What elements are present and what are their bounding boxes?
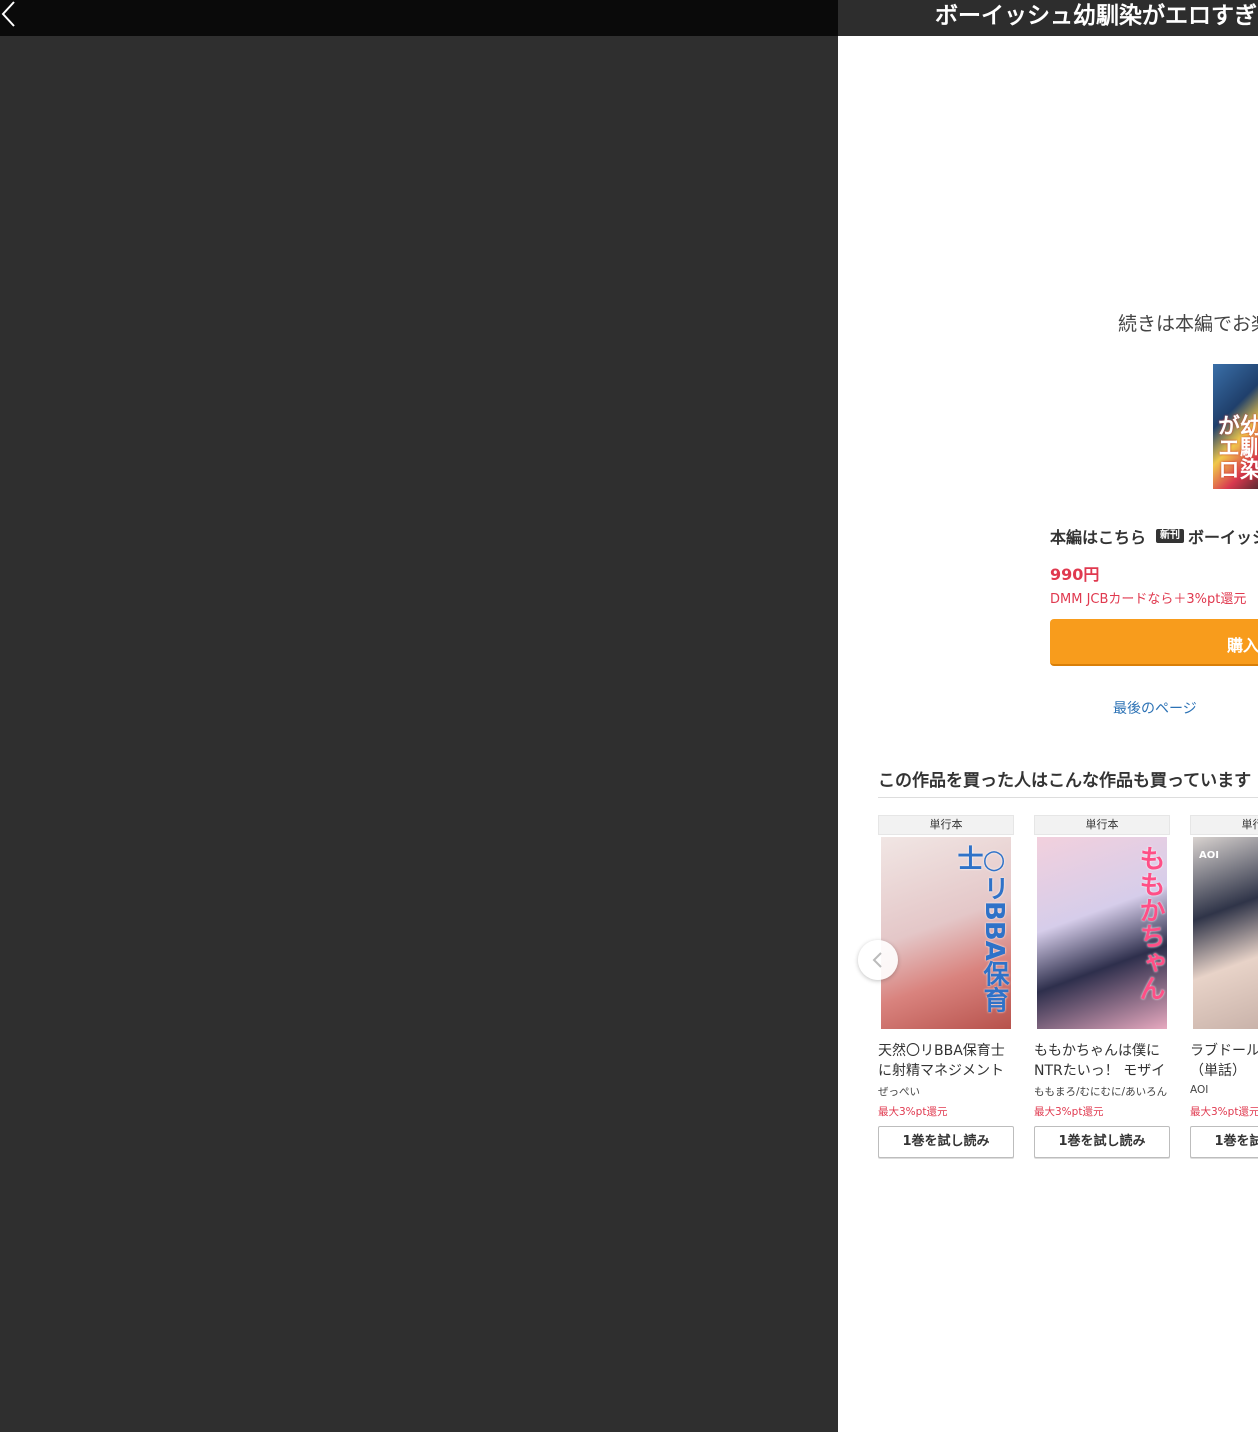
book-title[interactable]: 天然〇リBBA保育士に射精マネジメントされる bbox=[878, 1041, 1014, 1081]
end-of-preview-panel: ボーイッシュ幼馴染がエロすぎる 続きは本編でお楽しみください 幼馴染がエロ 本編… bbox=[838, 0, 1258, 1432]
main-book-cover[interactable]: 幼馴染がエロ bbox=[1213, 364, 1258, 489]
format-label: 単行本 bbox=[1034, 815, 1170, 835]
book-cover[interactable]: ももかちゃん bbox=[1037, 837, 1167, 1029]
trial-read-button[interactable]: 1巻を試し読み bbox=[1034, 1126, 1170, 1158]
new-release-badge: 新刊 bbox=[1156, 529, 1185, 543]
continue-message: 続きは本編でお楽しみください bbox=[1118, 313, 1258, 335]
book-cover[interactable]: ○リBBA保育士 bbox=[881, 837, 1011, 1029]
book-author[interactable]: ももまろ/むにむに/あいろん bbox=[1034, 1084, 1170, 1099]
recommendation-item[interactable]: 単行本 ももかちゃん ももかちゃんは僕にNTRたいっ！ モザイク版 ももまろ/む… bbox=[1034, 815, 1170, 1158]
last-page-link[interactable]: 最後のページ bbox=[1113, 698, 1197, 718]
recommendation-item[interactable]: 単行本 AOI ラブドールなら…（単話） AOI 最大3%pt還元 1巻を試し読… bbox=[1190, 815, 1258, 1158]
viewer-topbar bbox=[0, 0, 838, 36]
book-cover-text: ももかちゃん bbox=[1135, 845, 1165, 1001]
honpen-row: 本編はこちら新刊ボーイッシュ幼馴染がエロすぎる bbox=[1050, 524, 1258, 547]
page-title: ボーイッシュ幼馴染がエロすぎる bbox=[935, 3, 1258, 29]
book-title[interactable]: ももかちゃんは僕にNTRたいっ！ モザイク版 bbox=[1034, 1041, 1170, 1081]
book-title[interactable]: ラブドールなら…（単話） bbox=[1190, 1041, 1258, 1081]
back-button[interactable] bbox=[0, 0, 24, 30]
carousel-prev-button[interactable] bbox=[858, 940, 898, 980]
buy-button-label: 購入する bbox=[1227, 636, 1258, 655]
buy-button[interactable]: 購入する bbox=[1050, 619, 1258, 666]
main-book-title[interactable]: ボーイッシュ幼馴染がエロすぎる bbox=[1188, 528, 1258, 547]
recommendation-item[interactable]: 単行本 ○リBBA保育士 天然〇リBBA保育士に射精マネジメントされる ぜっぺい… bbox=[878, 815, 1014, 1158]
book-cover-text: AOI bbox=[1199, 850, 1219, 861]
recommendations-heading: この作品を買った人はこんな作品も買っています bbox=[878, 771, 1252, 791]
jcb-point-note: DMM JCBカードなら＋3%pt還元 bbox=[1050, 592, 1247, 607]
trial-read-button[interactable]: 1巻を試し読み bbox=[878, 1126, 1014, 1158]
honpen-label: 本編はこちら bbox=[1050, 528, 1147, 547]
recommendation-carousel: 単行本 ○リBBA保育士 天然〇リBBA保育士に射精マネジメントされる ぜっぺい… bbox=[878, 815, 1258, 1165]
price: 990円 bbox=[1050, 565, 1100, 584]
panel-header: ボーイッシュ幼馴染がエロすぎる bbox=[838, 0, 1258, 36]
point-return: 最大3%pt還元 bbox=[1190, 1106, 1258, 1118]
point-return: 最大3%pt還元 bbox=[1034, 1106, 1104, 1118]
format-label: 単行本 bbox=[1190, 815, 1258, 835]
point-return: 最大3%pt還元 bbox=[878, 1106, 948, 1118]
trial-read-button[interactable]: 1巻を試し読み bbox=[1190, 1126, 1258, 1158]
section-divider bbox=[878, 797, 1258, 798]
format-label: 単行本 bbox=[878, 815, 1014, 835]
chevron-left-icon bbox=[0, 0, 24, 30]
book-cover[interactable]: AOI bbox=[1193, 837, 1258, 1029]
book-author[interactable]: AOI bbox=[1190, 1084, 1258, 1099]
book-author[interactable]: ぜっぺい bbox=[878, 1084, 1014, 1099]
viewer-page-area[interactable] bbox=[0, 36, 838, 1432]
main-book-cover-text: 幼馴染がエロ bbox=[1214, 414, 1258, 480]
book-cover-text: ○リBBA保育士 bbox=[953, 845, 1009, 1013]
